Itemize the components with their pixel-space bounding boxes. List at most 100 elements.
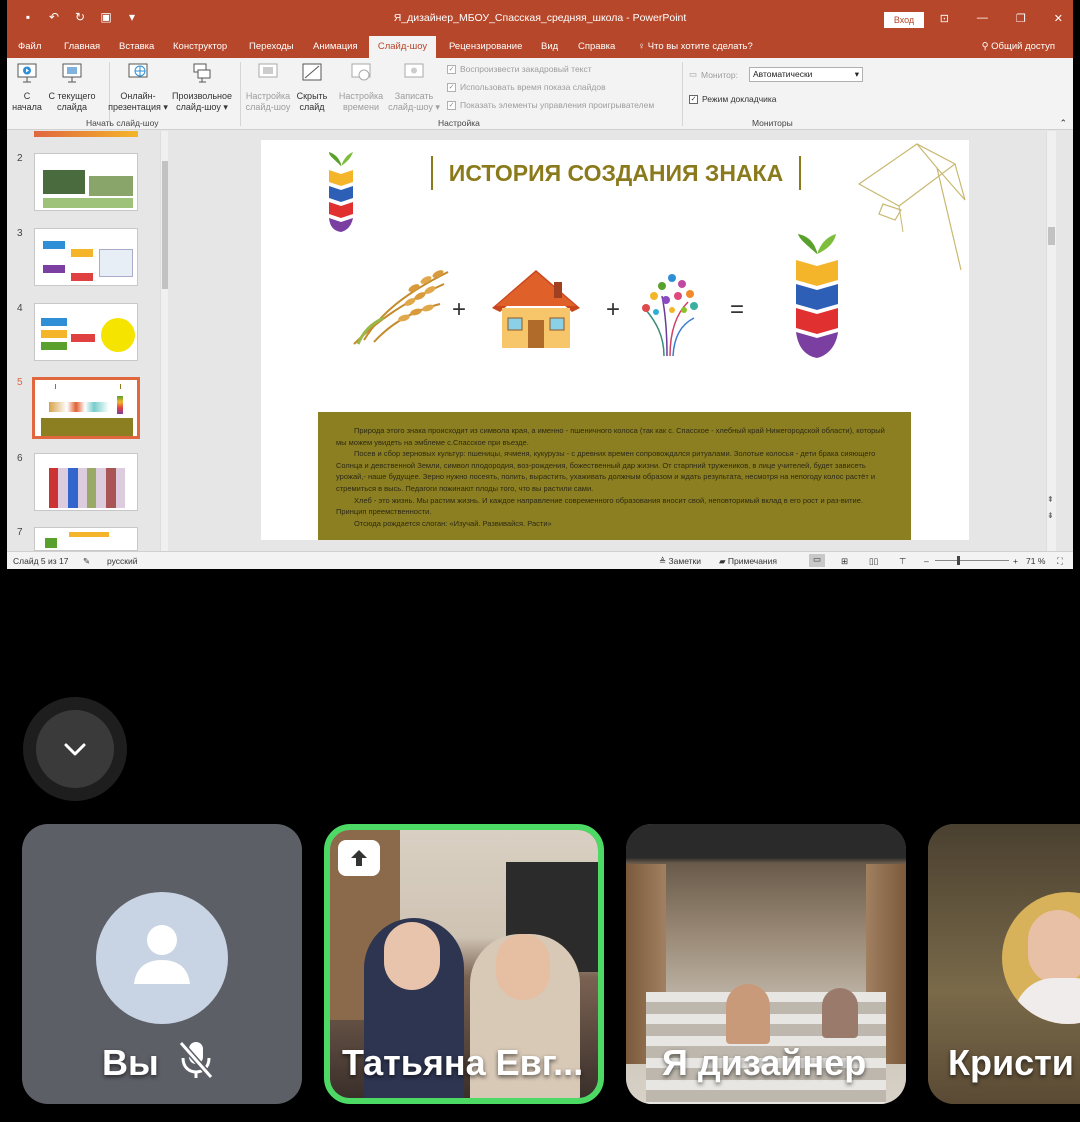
- zoom-out-icon[interactable]: –: [924, 556, 929, 566]
- tab-animations[interactable]: Анимация: [308, 36, 363, 58]
- group-label-start: Начать слайд-шоу: [86, 118, 159, 128]
- collapse-button[interactable]: [23, 697, 127, 801]
- slide-title[interactable]: ИСТОРИЯ СОЗДАНИЯ ЗНАКА: [431, 156, 801, 190]
- arrow-up-icon: [351, 850, 367, 866]
- custom-show-icon: [193, 63, 211, 83]
- share-button[interactable]: ⚲ Общий доступ: [982, 36, 1055, 57]
- tab-help[interactable]: Справка: [573, 36, 620, 58]
- reading-view-icon[interactable]: ▯▯: [869, 556, 878, 567]
- collapse-ribbon-icon[interactable]: ⌃: [1059, 118, 1067, 129]
- presenter-view-checkbox[interactable]: ✓ Режим докладчика: [689, 94, 777, 104]
- ribbon-display-icon[interactable]: ⊡: [940, 12, 949, 25]
- slide-thumbnail-6[interactable]: [34, 453, 138, 511]
- thumbnail-partial: [34, 131, 138, 137]
- next-slide-icon[interactable]: ⇟: [1047, 511, 1054, 520]
- wheat-ears-icon: [353, 270, 449, 345]
- group-label-monitors: Мониторы: [752, 118, 793, 128]
- paragraph: Хлеб - это жизнь. Мы растим жизнь. И каж…: [336, 495, 863, 517]
- zoom-level[interactable]: 71 %: [1026, 556, 1045, 566]
- slide-thumbnail-5[interactable]: [32, 377, 140, 439]
- tab-review[interactable]: Рецензирование: [444, 36, 527, 58]
- mic-off-icon: [178, 1041, 214, 1079]
- hide-slide-icon: [302, 63, 322, 81]
- participant-tile-tatyana[interactable]: Татьяна Евг...: [324, 824, 604, 1104]
- zoom-slider-thumb[interactable]: [957, 556, 960, 565]
- video-face: [496, 934, 550, 1000]
- tab-file[interactable]: Файл: [13, 36, 46, 58]
- record-icon: [404, 63, 424, 78]
- participant-tile-self[interactable]: Вы: [22, 824, 302, 1104]
- avatar-face: [1028, 910, 1080, 984]
- tree-icon: [642, 274, 698, 357]
- record-show-button[interactable]: Записать слайд-шоу ▾: [388, 62, 440, 113]
- current-slide[interactable]: ИСТОРИЯ СОЗДАНИЯ ЗНАКА + + = Природа это…: [261, 140, 969, 540]
- monitor-label: ▭ Монитор:: [689, 69, 738, 80]
- video-call-screen: ▪ ↶ ↻ ▣ ▾ Я_дизайнер_МБОУ_Спасская_средн…: [0, 0, 1080, 1122]
- fit-slide-icon[interactable]: ⛶: [1057, 556, 1063, 567]
- tab-transitions[interactable]: Переходы: [244, 36, 299, 58]
- spellcheck-icon[interactable]: ✎: [83, 556, 90, 567]
- present-online-button[interactable]: Онлайн- презентация ▾: [106, 62, 170, 113]
- raise-hand-badge[interactable]: [338, 840, 380, 876]
- prev-slide-icon[interactable]: ⇞: [1047, 495, 1054, 504]
- custom-show-button[interactable]: Произвольное слайд-шоу ▾: [168, 62, 236, 113]
- slide-text-block[interactable]: Природа этого знака происходит из символ…: [318, 412, 911, 540]
- slide-thumbnail-2[interactable]: [34, 153, 138, 211]
- narrations-checkbox[interactable]: ✓ Воспроизвести закадровый текст: [447, 64, 592, 74]
- paragraph: Природа этого знака происходит из символ…: [336, 426, 885, 447]
- slideshow-view-icon[interactable]: ⊤: [899, 556, 906, 567]
- thumbnail-number: 5: [17, 377, 23, 388]
- tab-home[interactable]: Главная: [59, 36, 105, 58]
- slide-thumbnail-3[interactable]: [34, 228, 138, 286]
- from-beginning-button[interactable]: С начала: [12, 62, 42, 113]
- tab-view[interactable]: Вид: [536, 36, 563, 58]
- media-controls-checkbox[interactable]: ✓ Показать элементы управления проигрыват…: [447, 100, 654, 110]
- chevron-down-icon: [64, 743, 86, 756]
- signin-button[interactable]: Вход: [884, 12, 924, 28]
- maximize-icon[interactable]: ❐: [1016, 12, 1026, 25]
- house-icon: [492, 270, 580, 348]
- monitor-select[interactable]: Автоматически ▾: [749, 67, 863, 82]
- scrollbar-thumb[interactable]: [1048, 227, 1055, 245]
- symbol-equation-image[interactable]: + + =: [318, 232, 911, 410]
- slide-editor: ИСТОРИЯ СОЗДАНИЯ ЗНАКА + + = Природа это…: [168, 131, 1057, 551]
- chevron-down-icon: ▾: [854, 69, 859, 79]
- thumbnail-number: 7: [17, 527, 23, 538]
- tell-me-search[interactable]: ♀ Что вы хотите сделать?: [633, 36, 758, 58]
- minimize-icon[interactable]: —: [977, 12, 988, 25]
- avatar-shoulders: [1014, 978, 1080, 1024]
- from-current-button[interactable]: С текущего слайда: [44, 62, 100, 113]
- plus-sign: +: [606, 296, 621, 323]
- hide-slide-button[interactable]: Скрыть слайд: [294, 62, 330, 113]
- setup-icon: [258, 63, 278, 78]
- ribbon-tabs: Файл Главная Вставка Конструктор Переход…: [7, 36, 1073, 58]
- tab-design[interactable]: Конструктор: [168, 36, 232, 58]
- notes-button[interactable]: ≜ Заметки: [659, 556, 701, 567]
- zoom-slider[interactable]: [935, 560, 1009, 561]
- comment-icon: ▰: [719, 556, 728, 566]
- normal-view-icon[interactable]: ▭: [809, 554, 825, 567]
- lightbulb-icon: ♀: [638, 41, 646, 52]
- tab-insert[interactable]: Вставка: [114, 36, 159, 58]
- zoom-in-icon[interactable]: +: [1013, 556, 1018, 566]
- status-bar: Слайд 5 из 17 ✎ русский ≜ Заметки ▰ Прим…: [7, 551, 1073, 569]
- comments-button[interactable]: ▰ Примечания: [719, 556, 777, 567]
- participant-name: Вы: [102, 1042, 159, 1083]
- participant-tile-designer[interactable]: Я дизайнер: [626, 824, 906, 1104]
- thumbnail-number: 3: [17, 228, 23, 239]
- tab-slideshow[interactable]: Слайд-шоу: [369, 36, 436, 58]
- school-logo-icon: [329, 152, 353, 232]
- thumbnail-number: 4: [17, 303, 23, 314]
- close-icon[interactable]: ✕: [1054, 12, 1063, 25]
- plus-sign: +: [452, 296, 467, 323]
- editor-scrollbar[interactable]: ⇞ ⇟: [1046, 131, 1056, 551]
- rehearse-timings-button[interactable]: Настройка времени: [336, 62, 386, 113]
- slide-sorter-icon[interactable]: ⊞: [841, 556, 848, 567]
- language-indicator[interactable]: русский: [107, 556, 138, 566]
- slide-thumbnail-7[interactable]: [34, 527, 138, 551]
- slide-thumbnail-4[interactable]: [34, 303, 138, 361]
- setup-show-button[interactable]: Настройка слайд-шоу: [243, 62, 293, 113]
- use-timings-checkbox[interactable]: ✓ Использовать время показа слайдов: [447, 82, 606, 92]
- participant-tile-kristina[interactable]: Кристи: [928, 824, 1080, 1104]
- slide-thumbnails-pane: 2 3 4 5 6 7: [7, 131, 170, 551]
